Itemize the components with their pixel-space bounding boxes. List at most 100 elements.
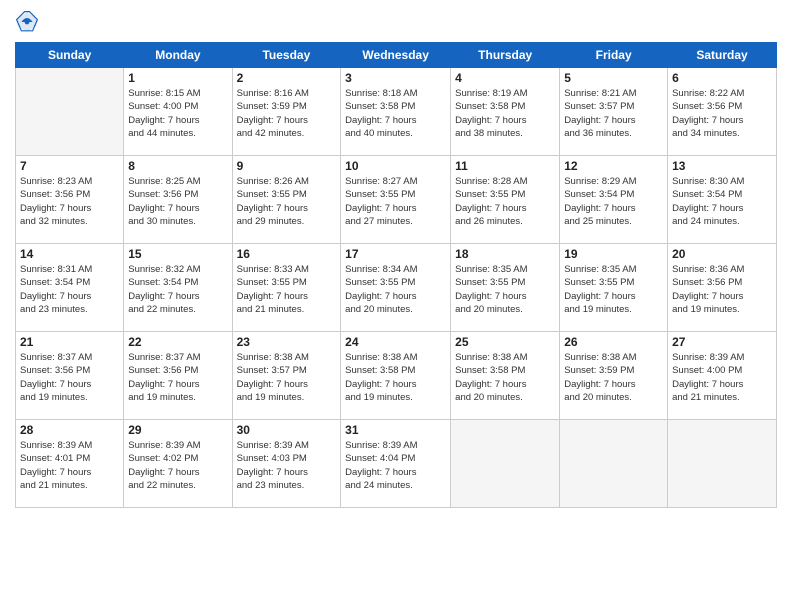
calendar-day-header: Tuesday [232,43,341,68]
day-number: 9 [237,159,337,173]
day-number: 27 [672,335,772,349]
calendar-day-header: Monday [124,43,232,68]
day-number: 26 [564,335,663,349]
calendar-cell: 31 Sunrise: 8:39 AM Sunset: 4:04 PM Dayli… [341,420,451,508]
day-number: 12 [564,159,663,173]
day-number: 22 [128,335,227,349]
day-info: Sunrise: 8:18 AM Sunset: 3:58 PM Dayligh… [345,87,446,140]
page: SundayMondayTuesdayWednesdayThursdayFrid… [0,0,792,612]
day-info: Sunrise: 8:39 AM Sunset: 4:01 PM Dayligh… [20,439,119,492]
day-info: Sunrise: 8:35 AM Sunset: 3:55 PM Dayligh… [564,263,663,316]
calendar-week-row: 28 Sunrise: 8:39 AM Sunset: 4:01 PM Dayli… [16,420,777,508]
day-number: 8 [128,159,227,173]
day-number: 7 [20,159,119,173]
day-number: 15 [128,247,227,261]
day-number: 4 [455,71,555,85]
day-number: 14 [20,247,119,261]
day-info: Sunrise: 8:21 AM Sunset: 3:57 PM Dayligh… [564,87,663,140]
calendar-cell: 29 Sunrise: 8:39 AM Sunset: 4:02 PM Dayli… [124,420,232,508]
day-number: 25 [455,335,555,349]
day-number: 28 [20,423,119,437]
calendar-day-header: Friday [560,43,668,68]
day-number: 5 [564,71,663,85]
calendar-cell: 3 Sunrise: 8:18 AM Sunset: 3:58 PM Daylig… [341,68,451,156]
day-number: 29 [128,423,227,437]
day-number: 10 [345,159,446,173]
day-info: Sunrise: 8:31 AM Sunset: 3:54 PM Dayligh… [20,263,119,316]
calendar-cell: 10 Sunrise: 8:27 AM Sunset: 3:55 PM Dayli… [341,156,451,244]
calendar-cell: 6Sunrise: 8:22 AM Sunset: 3:56 PM Daylig… [668,68,777,156]
day-info: Sunrise: 8:38 AM Sunset: 3:59 PM Dayligh… [564,351,663,404]
calendar-day-header: Sunday [16,43,124,68]
calendar-cell: 26 Sunrise: 8:38 AM Sunset: 3:59 PM Dayli… [560,332,668,420]
day-info: Sunrise: 8:30 AM Sunset: 3:54 PM Dayligh… [672,175,772,228]
day-info: Sunrise: 8:33 AM Sunset: 3:55 PM Dayligh… [237,263,337,316]
day-info: Sunrise: 8:38 AM Sunset: 3:58 PM Dayligh… [455,351,555,404]
calendar-cell: 7 Sunrise: 8:23 AM Sunset: 3:56 PM Daylig… [16,156,124,244]
logo [15,10,43,34]
calendar-cell: 20 Sunrise: 8:36 AM Sunset: 3:56 PM Dayli… [668,244,777,332]
calendar-header-row: SundayMondayTuesdayWednesdayThursdayFrid… [16,43,777,68]
calendar-cell: 5 Sunrise: 8:21 AM Sunset: 3:57 PM Daylig… [560,68,668,156]
calendar-cell: 14 Sunrise: 8:31 AM Sunset: 3:54 PM Dayli… [16,244,124,332]
calendar-cell: 15Sunrise: 8:32 AM Sunset: 3:54 PM Dayli… [124,244,232,332]
day-number: 16 [237,247,337,261]
calendar: SundayMondayTuesdayWednesdayThursdayFrid… [15,42,777,508]
day-info: Sunrise: 8:34 AM Sunset: 3:55 PM Dayligh… [345,263,446,316]
calendar-cell: 1 Sunrise: 8:15 AM Sunset: 4:00 PM Daylig… [124,68,232,156]
day-number: 21 [20,335,119,349]
day-info: Sunrise: 8:15 AM Sunset: 4:00 PM Dayligh… [128,87,227,140]
day-number: 2 [237,71,337,85]
day-info: Sunrise: 8:35 AM Sunset: 3:55 PM Dayligh… [455,263,555,316]
day-info: Sunrise: 8:38 AM Sunset: 3:58 PM Dayligh… [345,351,446,404]
calendar-cell [16,68,124,156]
day-info: Sunrise: 8:38 AM Sunset: 3:57 PM Dayligh… [237,351,337,404]
day-info: Sunrise: 8:36 AM Sunset: 3:56 PM Dayligh… [672,263,772,316]
calendar-cell [668,420,777,508]
calendar-cell: 24Sunrise: 8:38 AM Sunset: 3:58 PM Dayli… [341,332,451,420]
calendar-cell: 11Sunrise: 8:28 AM Sunset: 3:55 PM Dayli… [451,156,560,244]
day-info: Sunrise: 8:26 AM Sunset: 3:55 PM Dayligh… [237,175,337,228]
day-number: 30 [237,423,337,437]
calendar-day-header: Wednesday [341,43,451,68]
day-info: Sunrise: 8:23 AM Sunset: 3:56 PM Dayligh… [20,175,119,228]
calendar-cell: 25 Sunrise: 8:38 AM Sunset: 3:58 PM Dayli… [451,332,560,420]
day-info: Sunrise: 8:37 AM Sunset: 3:56 PM Dayligh… [20,351,119,404]
calendar-day-header: Thursday [451,43,560,68]
day-number: 3 [345,71,446,85]
calendar-cell: 19Sunrise: 8:35 AM Sunset: 3:55 PM Dayli… [560,244,668,332]
day-number: 13 [672,159,772,173]
day-info: Sunrise: 8:16 AM Sunset: 3:59 PM Dayligh… [237,87,337,140]
day-number: 31 [345,423,446,437]
calendar-cell [451,420,560,508]
day-info: Sunrise: 8:19 AM Sunset: 3:58 PM Dayligh… [455,87,555,140]
calendar-week-row: 14 Sunrise: 8:31 AM Sunset: 3:54 PM Dayli… [16,244,777,332]
day-info: Sunrise: 8:39 AM Sunset: 4:04 PM Dayligh… [345,439,446,492]
calendar-cell: 16 Sunrise: 8:33 AM Sunset: 3:55 PM Dayli… [232,244,341,332]
calendar-cell: 28 Sunrise: 8:39 AM Sunset: 4:01 PM Dayli… [16,420,124,508]
day-info: Sunrise: 8:29 AM Sunset: 3:54 PM Dayligh… [564,175,663,228]
calendar-cell: 21 Sunrise: 8:37 AM Sunset: 3:56 PM Dayli… [16,332,124,420]
day-number: 6 [672,71,772,85]
day-number: 17 [345,247,446,261]
calendar-cell: 30Sunrise: 8:39 AM Sunset: 4:03 PM Dayli… [232,420,341,508]
day-info: Sunrise: 8:27 AM Sunset: 3:55 PM Dayligh… [345,175,446,228]
calendar-week-row: 1 Sunrise: 8:15 AM Sunset: 4:00 PM Daylig… [16,68,777,156]
calendar-cell: 4 Sunrise: 8:19 AM Sunset: 3:58 PM Daylig… [451,68,560,156]
day-number: 1 [128,71,227,85]
day-info: Sunrise: 8:37 AM Sunset: 3:56 PM Dayligh… [128,351,227,404]
day-number: 20 [672,247,772,261]
calendar-cell: 17 Sunrise: 8:34 AM Sunset: 3:55 PM Dayli… [341,244,451,332]
day-number: 11 [455,159,555,173]
calendar-day-header: Saturday [668,43,777,68]
calendar-week-row: 21 Sunrise: 8:37 AM Sunset: 3:56 PM Dayli… [16,332,777,420]
day-info: Sunrise: 8:25 AM Sunset: 3:56 PM Dayligh… [128,175,227,228]
calendar-cell: 2 Sunrise: 8:16 AM Sunset: 3:59 PM Daylig… [232,68,341,156]
calendar-cell: 13 Sunrise: 8:30 AM Sunset: 3:54 PM Dayli… [668,156,777,244]
calendar-cell: 27Sunrise: 8:39 AM Sunset: 4:00 PM Dayli… [668,332,777,420]
day-info: Sunrise: 8:39 AM Sunset: 4:02 PM Dayligh… [128,439,227,492]
calendar-cell: 23 Sunrise: 8:38 AM Sunset: 3:57 PM Dayli… [232,332,341,420]
day-number: 23 [237,335,337,349]
calendar-week-row: 7 Sunrise: 8:23 AM Sunset: 3:56 PM Daylig… [16,156,777,244]
calendar-cell [560,420,668,508]
